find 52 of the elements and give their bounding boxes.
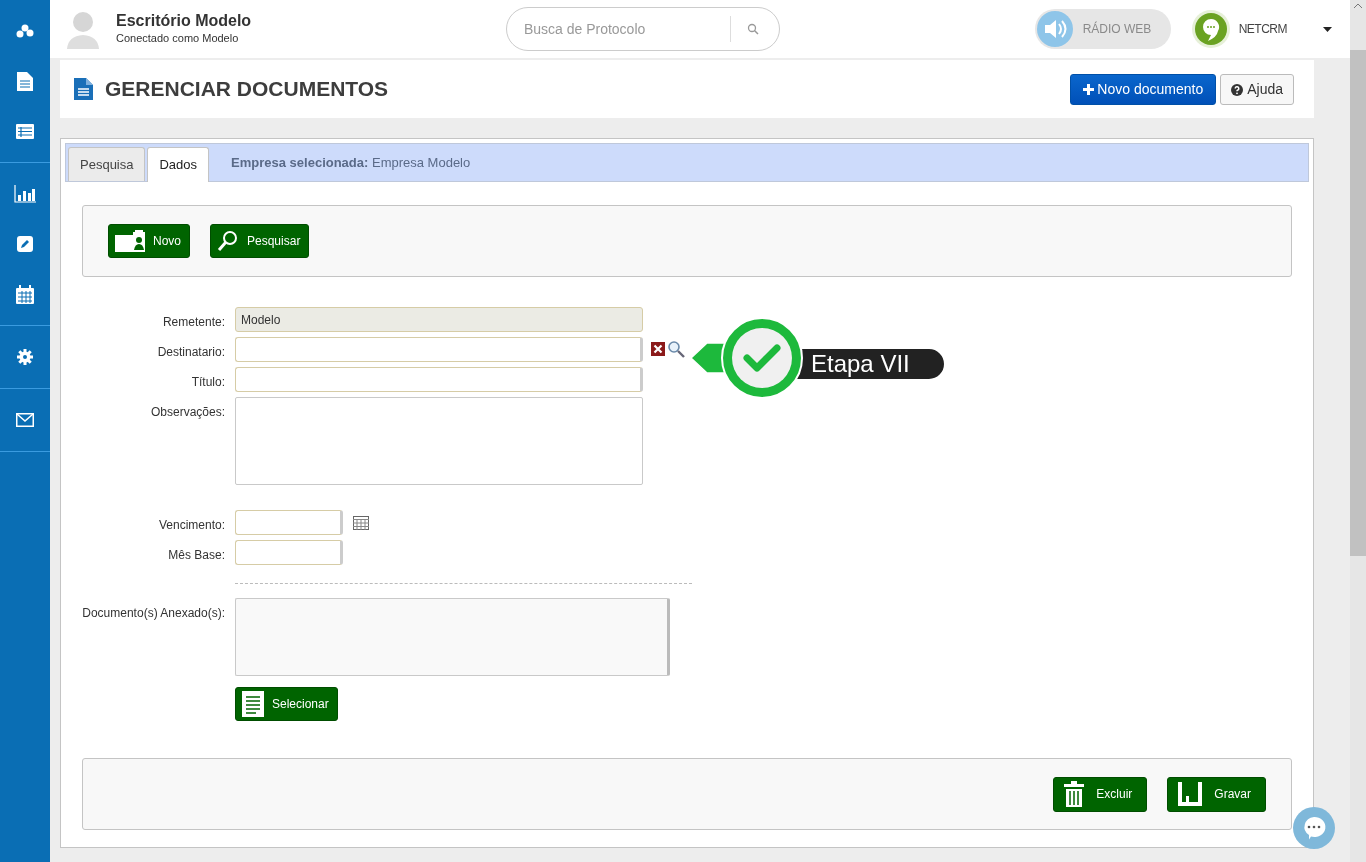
input-field[interactable] xyxy=(235,337,643,362)
scrollbar-thumb[interactable] xyxy=(1350,50,1366,556)
speaker-icon xyxy=(1036,11,1073,47)
calendar-icon[interactable] xyxy=(16,284,34,304)
field-label: Mês Base: xyxy=(167,547,225,564)
help-icon xyxy=(1231,83,1244,96)
document-icon xyxy=(74,78,93,100)
floppy-icon xyxy=(1178,782,1203,806)
search-icon[interactable] xyxy=(746,23,759,35)
trash-icon xyxy=(1064,781,1085,807)
field-label: Vencimento: xyxy=(157,517,225,534)
search-icon[interactable] xyxy=(667,340,685,358)
pencil-icon[interactable] xyxy=(17,236,33,252)
field-label: Remetente: xyxy=(161,314,225,331)
calendar-icon[interactable] xyxy=(353,516,369,530)
selected-company-text: Empresa selecionada: Empresa Modelo xyxy=(231,153,471,172)
delete-button[interactable]: Excluir xyxy=(1053,776,1148,812)
mail-icon[interactable] xyxy=(16,413,34,427)
field-label: Documento(s) Anexado(s): xyxy=(81,605,225,622)
input-field[interactable] xyxy=(235,510,343,535)
clear-icon[interactable] xyxy=(651,342,665,356)
plus-icon xyxy=(1083,84,1095,96)
select-file-button[interactable]: Selecionar xyxy=(235,687,338,721)
field-label: Observações: xyxy=(149,404,225,421)
page-title: GERENCIAR DOCUMENTOS xyxy=(105,76,389,103)
input-field[interactable] xyxy=(235,367,643,392)
new-button[interactable]: Novo xyxy=(108,224,190,258)
new-document-button[interactable]: Novo documento xyxy=(1070,73,1217,105)
search-icon xyxy=(217,230,239,252)
field-label: Título: xyxy=(190,374,225,391)
list-icon[interactable] xyxy=(16,123,34,139)
field-label: Destinatario: xyxy=(156,344,225,361)
avatar-icon xyxy=(66,9,100,49)
step-callout: Etapa VII xyxy=(689,315,949,401)
input-field[interactable] xyxy=(235,540,343,565)
document-icon[interactable] xyxy=(17,71,33,91)
connected-as-text: Conectado como Modelo xyxy=(116,30,240,46)
settings-icon[interactable] xyxy=(17,349,33,365)
document-icon xyxy=(242,691,264,717)
bar-chart-icon[interactable] xyxy=(14,185,36,203)
save-button[interactable]: Gravar xyxy=(1167,776,1266,812)
logo-text: NETCRM xyxy=(1238,21,1287,38)
flower-logo-icon[interactable] xyxy=(15,23,35,39)
tab[interactable]: Pesquisa xyxy=(68,146,146,181)
office-name: Escritório Modelo xyxy=(116,11,252,30)
input-field: Modelo xyxy=(235,307,643,332)
speech-bubble-logo-icon xyxy=(1190,9,1231,49)
help-button[interactable]: Ajuda xyxy=(1220,73,1294,105)
id-card-icon xyxy=(115,230,145,252)
caret-icon[interactable] xyxy=(1323,26,1332,32)
tab[interactable]: Dados xyxy=(147,146,210,182)
search-button[interactable]: Pesquisar xyxy=(210,224,310,258)
